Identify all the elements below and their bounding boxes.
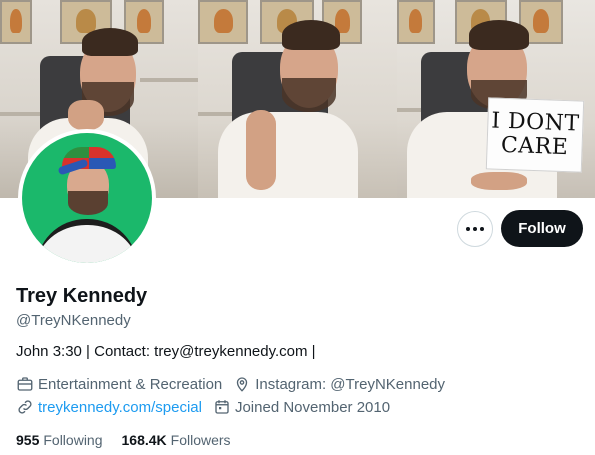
followers-count: 168.4K (121, 432, 167, 448)
banner-panel-3: I DONT CARE (396, 0, 595, 198)
hand (68, 100, 104, 130)
profile-location: Instagram: @TreyNKennedy (233, 375, 445, 393)
shirt (218, 112, 359, 198)
wall-art-cat (396, 0, 435, 44)
briefcase-icon (17, 377, 33, 391)
calendar-icon (215, 400, 229, 414)
avatar-shirt (36, 219, 138, 263)
profile-joined: Joined November 2010 (213, 398, 390, 416)
profile-website[interactable]: treykennedy.com/special (16, 398, 202, 416)
profile-handle: @TreyNKennedy (16, 312, 131, 329)
profile-website-link[interactable]: treykennedy.com/special (38, 399, 202, 416)
profile-name: Trey Kennedy (16, 285, 148, 307)
avatar-beard (68, 191, 108, 215)
profile-category-text: Entertainment & Recreation (38, 375, 223, 393)
profile-joined-text: Joined November 2010 (234, 398, 391, 416)
hair (282, 20, 341, 50)
avatar[interactable] (18, 129, 156, 267)
profile-bio: John 3:30 | Contact: trey@treykennedy.co… (16, 343, 316, 360)
shelf (140, 78, 198, 82)
followers-link[interactable]: 168.4K Followers (122, 432, 231, 448)
followers-label: Followers (170, 432, 231, 448)
hand (470, 172, 527, 190)
hair (468, 20, 529, 50)
profile-meta-row: treykennedy.com/special Joined November … (16, 398, 401, 416)
i-dont-care-sign: I DONT CARE (485, 97, 584, 173)
wall-art-cat (198, 0, 249, 44)
sign-line-2: CARE (500, 132, 569, 161)
beard (282, 78, 337, 112)
profile-stats: 955 Following 168.4K Followers (16, 432, 250, 448)
pointing-hand (246, 110, 277, 190)
follow-button[interactable]: Follow (501, 210, 583, 247)
location-pin-icon (237, 377, 248, 392)
link-icon (18, 400, 32, 414)
banner-panel-2 (198, 0, 397, 198)
following-count: 955 (16, 432, 40, 448)
profile-category: Entertainment & Recreation (16, 375, 222, 393)
profile-location-text: Instagram: @TreyNKennedy (255, 375, 446, 393)
more-horizontal-icon (466, 227, 484, 231)
hair (82, 28, 138, 56)
following-link[interactable]: 955 Following (16, 432, 103, 448)
profile-meta-row: Entertainment & Recreation Instagram: @T… (16, 375, 456, 393)
wall-art-cat (0, 0, 32, 44)
more-options-button[interactable] (457, 211, 493, 247)
following-label: Following (43, 432, 103, 448)
avatar-image (22, 133, 152, 263)
